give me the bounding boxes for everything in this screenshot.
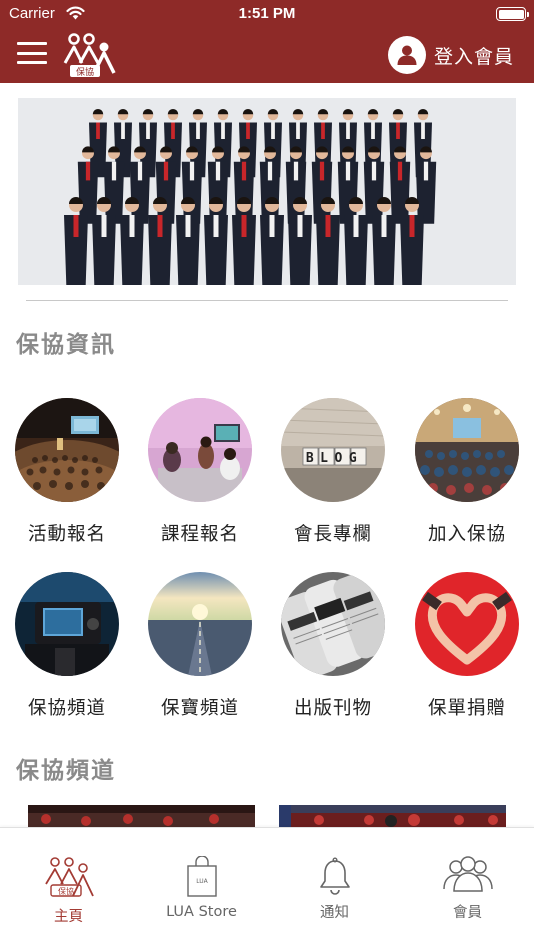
bell-icon	[268, 856, 401, 898]
grid-label: 會長專欄	[293, 524, 372, 545]
grid-item-lua-channel[interactable]: 保協頻道	[7, 572, 127, 720]
channel-video-thumb[interactable]	[279, 805, 506, 827]
blog-sign-text: BLOG	[306, 451, 363, 466]
grid-label: 保協頻道	[27, 698, 106, 719]
lua-logo[interactable]: 保協	[62, 33, 116, 79]
nav-bar: 保協 登入會員	[0, 28, 534, 83]
tab-members[interactable]: 會員	[401, 828, 534, 928]
channel-video-thumb[interactable]	[28, 805, 255, 827]
login-label: 登入會員	[433, 45, 514, 68]
grid-item-policy-donation[interactable]: 保單捐贈	[407, 572, 527, 720]
tab-label: 主頁	[54, 909, 83, 925]
tab-home[interactable]: 保協 主頁	[2, 828, 135, 928]
tab-notifications[interactable]: 通知	[268, 828, 401, 928]
grid-item-publications[interactable]: 出版刊物	[273, 572, 393, 720]
tab-label: LUA Store	[166, 904, 237, 920]
grid-label: 活動報名	[27, 524, 106, 545]
hall-photo	[415, 398, 519, 502]
grid-item-president-column[interactable]: BLOG 會長專欄	[273, 398, 393, 546]
tab-label: 會員	[453, 905, 482, 921]
road-photo	[148, 572, 252, 676]
logo-text: 保協	[76, 66, 94, 78]
login-button[interactable]: 登入會員	[387, 36, 514, 74]
event-photo	[15, 398, 119, 502]
section-title-info: 保協資訊	[16, 332, 116, 358]
grid-label: 課程報名	[160, 524, 239, 545]
shopping-bag-icon: LUA	[135, 856, 268, 898]
divider	[26, 300, 508, 301]
status-bar: Carrier 1:51 PM	[0, 0, 534, 28]
tab-label: 通知	[320, 905, 349, 921]
tab-lua-store[interactable]: LUA LUA Store	[135, 828, 268, 928]
class-photo	[148, 398, 252, 502]
group-photo	[18, 98, 516, 285]
camera-photo	[15, 572, 119, 676]
grid-item-join[interactable]: 加入保協	[407, 398, 527, 546]
battery-icon	[496, 7, 529, 21]
grid-item-baobao-channel[interactable]: 保寶頻道	[140, 572, 260, 720]
hamburger-menu-icon[interactable]	[17, 42, 47, 66]
members-icon	[401, 854, 534, 896]
grid-item-course-signup[interactable]: 課程報名	[140, 398, 260, 546]
newspaper-photo	[281, 572, 385, 676]
grid-label: 保寶頻道	[160, 698, 239, 719]
user-avatar-icon	[387, 36, 426, 74]
grid-label: 保單捐贈	[427, 698, 506, 719]
bag-text: LUA	[196, 878, 208, 885]
blog-photo: BLOG	[281, 398, 385, 502]
section-title-channel: 保協頻道	[16, 758, 116, 784]
tab-bar: 保協 主頁 LUA LUA Store 通知 會員	[0, 827, 534, 950]
grid-label: 出版刊物	[293, 698, 372, 719]
heart-hands-photo	[415, 572, 519, 676]
clock: 1:51 PM	[238, 5, 296, 22]
home-logo-icon: 保協	[2, 856, 135, 898]
tab-logo-text: 保協	[58, 886, 74, 896]
grid-label: 加入保協	[427, 524, 506, 545]
grid-item-event-signup[interactable]: 活動報名	[7, 398, 127, 546]
banner-image[interactable]	[18, 98, 516, 285]
